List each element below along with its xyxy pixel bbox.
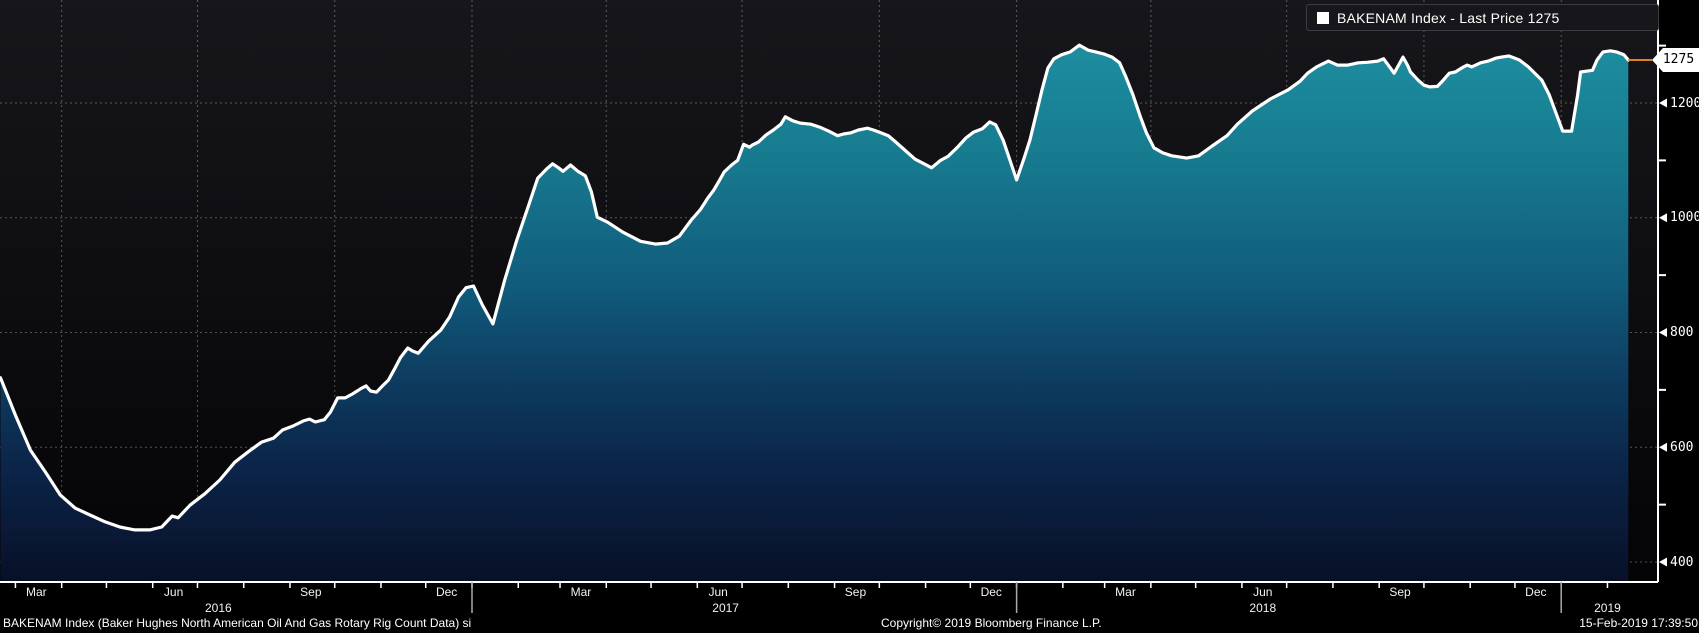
rig-count-area-chart[interactable] [0, 0, 1699, 633]
x-axis-month-label: Dec [435, 585, 458, 599]
legend-label: BAKENAM Index - Last Price 1275 [1337, 9, 1560, 26]
footer-timestamp: 15-Feb-2019 17:39:50 [1579, 616, 1698, 630]
last-price-value: 1275 [1662, 52, 1695, 68]
y-axis-ticks [1658, 44, 1667, 567]
legend[interactable]: BAKENAM Index - Last Price 1275 [1306, 4, 1659, 31]
x-axis-month-label: Sep [844, 585, 867, 599]
y-axis-tick-label: 1200 [1670, 95, 1699, 111]
x-axis-month-label: Mar [570, 585, 592, 599]
x-axis-month-label: Jun [1253, 585, 1273, 599]
x-axis-month-label: Jun [163, 585, 184, 599]
x-axis-year-label: 2017 [712, 601, 739, 615]
legend-swatch-icon [1317, 11, 1329, 24]
y-axis-tick-label: 600 [1670, 439, 1694, 455]
x-axis-month-label: Mar [25, 585, 47, 599]
x-axis-month-label: Sep [300, 585, 322, 599]
x-axis-month-label: Sep [1389, 585, 1411, 599]
y-axis-tick-label: 800 [1670, 325, 1694, 340]
y-axis-tick-label: 1000 [1670, 210, 1699, 226]
x-axis-month-label: Jun [708, 585, 728, 599]
x-axis-ticks [14, 582, 1609, 613]
x-axis-month-label: Mar [1115, 585, 1136, 599]
x-axis-year-label: 2019 [1594, 601, 1621, 615]
x-axis-year-label: 2016 [204, 601, 232, 615]
footer-ticker-description: BAKENAM Index (Baker Hughes North Americ… [3, 616, 472, 630]
bloomberg-chart-window: BAKENAM Index - Last Price 1275 1275 120… [0, 0, 1699, 633]
x-axis-month-label: Dec [1525, 585, 1547, 599]
footer-copyright: Copyright© 2019 Bloomberg Finance L.P. [881, 616, 1102, 630]
y-axis-tick-label: 400 [1670, 554, 1694, 570]
x-axis-month-label: Dec [980, 585, 1002, 599]
x-axis-year-label: 2018 [1249, 601, 1277, 615]
